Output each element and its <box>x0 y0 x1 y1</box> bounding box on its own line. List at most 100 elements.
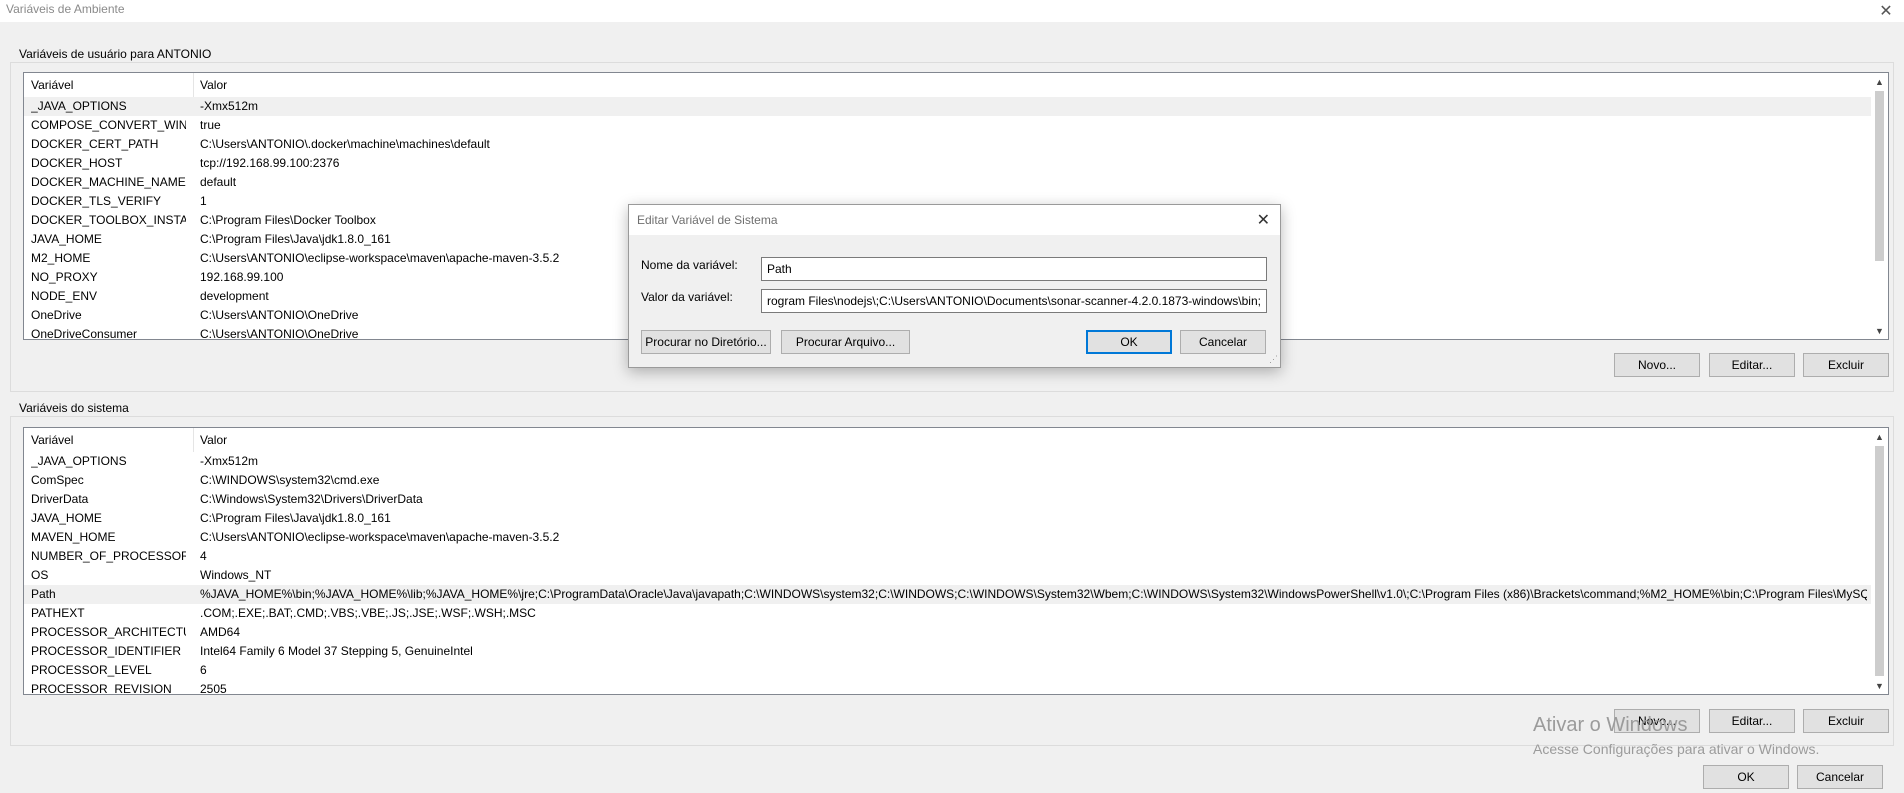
variable-value-cell: Intel64 Family 6 Model 37 Stepping 5, Ge… <box>200 644 473 658</box>
table-row[interactable]: PROCESSOR_IDENTIFIER Intel64 Family 6 Mod… <box>24 642 1871 661</box>
variable-name-cell: JAVA_HOME <box>31 232 102 246</box>
user-edit-button[interactable]: Editar... <box>1709 353 1795 377</box>
window-title: Variáveis de Ambiente <box>6 2 125 16</box>
variable-value-cell: C:\Program Files\Java\jdk1.8.0_161 <box>200 511 391 525</box>
activation-watermark-text: Acesse Configurações para ativar o Windo… <box>1533 741 1820 757</box>
table-row[interactable]: PATHEXT .COM;.EXE;.BAT;.CMD;.VBS;.VBE;.JS… <box>24 604 1871 623</box>
variable-name-cell: DOCKER_TLS_VERIFY <box>31 194 162 208</box>
activation-watermark-title: Ativar o Windows <box>1533 714 1688 736</box>
column-header-value[interactable]: Valor <box>193 73 227 97</box>
scroll-down-icon[interactable]: ▼ <box>1871 677 1888 694</box>
variable-value-cell: C:\Users\ANTONIO\.docker\machine\machine… <box>200 137 490 151</box>
table-row[interactable]: DOCKER_MACHINE_NAME default <box>24 173 1871 192</box>
variable-value-label: Valor da variável: <box>641 290 733 304</box>
scroll-thumb[interactable] <box>1875 446 1884 676</box>
variable-value-cell: C:\Users\ANTONIO\eclipse-workspace\maven… <box>200 530 560 544</box>
variable-name-cell: _JAVA_OPTIONS <box>31 454 127 468</box>
scroll-up-icon[interactable]: ▲ <box>1871 428 1888 445</box>
table-row[interactable]: OS Windows_NT <box>24 566 1871 585</box>
resize-grip-icon[interactable]: ⋰ <box>1269 354 1278 365</box>
variable-value-cell: -Xmx512m <box>200 99 259 113</box>
variable-value-cell: 6 <box>200 663 207 677</box>
user-list-header: Variável Valor <box>24 73 1871 97</box>
variable-value-cell: C:\Windows\System32\Drivers\DriverData <box>200 492 423 506</box>
variable-name-cell: DriverData <box>31 492 89 506</box>
user-new-button[interactable]: Novo... <box>1614 353 1700 377</box>
close-icon: ✕ <box>1879 3 1893 20</box>
table-row[interactable]: MAVEN_HOME C:\Users\ANTONIO\eclipse-works… <box>24 528 1871 547</box>
window-title-bar: Variáveis de Ambiente ✕ <box>0 0 1904 22</box>
table-row[interactable]: DOCKER_HOST tcp://192.168.99.100:2376 <box>24 154 1871 173</box>
variable-name-cell: ComSpec <box>31 473 84 487</box>
table-row[interactable]: NUMBER_OF_PROCESSORS 4 <box>24 547 1871 566</box>
variable-name-cell: NODE_ENV <box>31 289 98 303</box>
edit-variable-dialog: Editar Variável de Sistema ✕ Nome da var… <box>628 204 1281 368</box>
variable-name-cell: NO_PROXY <box>31 270 98 284</box>
user-delete-button[interactable]: Excluir <box>1803 353 1889 377</box>
dialog-title-bar: Editar Variável de Sistema ✕ <box>629 205 1280 235</box>
variable-name-label: Nome da variável: <box>641 258 738 272</box>
variable-name-input[interactable]: Path <box>761 257 1267 281</box>
dialog-cancel-button[interactable]: Cancelar <box>1180 330 1266 354</box>
variable-value-cell: .COM;.EXE;.BAT;.CMD;.VBS;.VBE;.JS;.JSE;.… <box>200 606 536 620</box>
variable-name-cell: _JAVA_OPTIONS <box>31 99 127 113</box>
variable-value-cell: default <box>200 175 237 189</box>
variable-name-cell: DOCKER_CERT_PATH <box>31 137 159 151</box>
table-row[interactable]: Path %JAVA_HOME%\bin;%JAVA_HOME%\lib;%JAV… <box>24 585 1871 604</box>
column-header-variable[interactable]: Variável <box>24 428 73 452</box>
variable-name-cell: NUMBER_OF_PROCESSORS <box>31 549 186 563</box>
table-row[interactable]: COMPOSE_CONVERT_WIND... true <box>24 116 1871 135</box>
system-edit-button[interactable]: Editar... <box>1709 709 1795 733</box>
variable-name-cell: Path <box>31 587 56 601</box>
browse-directory-button[interactable]: Procurar no Diretório... <box>641 330 771 354</box>
variable-value-cell: 2505 <box>200 682 227 695</box>
variable-value-input[interactable]: rogram Files\nodejs\;C:\Users\ANTONIO\Do… <box>761 289 1267 313</box>
column-header-value[interactable]: Valor <box>193 428 227 452</box>
dialog-close-icon[interactable]: ✕ <box>1257 210 1270 230</box>
variable-name-cell: OS <box>31 568 49 582</box>
variable-value-cell: %JAVA_HOME%\bin;%JAVA_HOME%\lib;%JAVA_HO… <box>200 587 1867 601</box>
variable-name-cell: OneDriveConsumer <box>31 327 138 340</box>
table-row[interactable]: _JAVA_OPTIONS -Xmx512m <box>24 452 1871 471</box>
variable-value-cell: Windows_NT <box>200 568 272 582</box>
variable-name-cell: DOCKER_TOOLBOX_INSTALL... <box>31 213 186 227</box>
dialog-title: Editar Variável de Sistema <box>637 213 778 227</box>
system-list-scrollbar[interactable]: ▲ ▼ <box>1871 428 1888 694</box>
column-header-variable[interactable]: Variável <box>24 73 73 97</box>
window-close-button[interactable]: ✕ <box>1868 0 1904 22</box>
table-row[interactable]: PROCESSOR_LEVEL 6 <box>24 661 1871 680</box>
variable-name-cell: DOCKER_HOST <box>31 156 123 170</box>
system-list-header: Variável Valor <box>24 428 1871 452</box>
dialog-ok-button[interactable]: OK <box>1086 330 1172 354</box>
scroll-thumb[interactable] <box>1875 91 1884 261</box>
system-variables-list[interactable]: Variável Valor _JAVA_OPTIONS -Xmx512m ComS… <box>23 427 1889 695</box>
table-row[interactable]: _JAVA_OPTIONS -Xmx512m <box>24 97 1871 116</box>
variable-name-cell: COMPOSE_CONVERT_WIND... <box>31 118 186 132</box>
scroll-down-icon[interactable]: ▼ <box>1871 322 1888 339</box>
system-variables-label: Variáveis do sistema <box>17 401 131 415</box>
user-variables-label: Variáveis de usuário para ANTONIO <box>17 47 214 61</box>
variable-name-cell: PATHEXT <box>31 606 85 620</box>
system-rows: _JAVA_OPTIONS -Xmx512m ComSpec C:\WINDOWS\s… <box>24 452 1871 695</box>
table-row[interactable]: DOCKER_CERT_PATH C:\Users\ANTONIO\.docker… <box>24 135 1871 154</box>
ok-button[interactable]: OK <box>1703 765 1789 789</box>
cancel-button[interactable]: Cancelar <box>1797 765 1883 789</box>
table-row[interactable]: DriverData C:\Windows\System32\Drivers\Dr… <box>24 490 1871 509</box>
variable-name-cell: JAVA_HOME <box>31 511 102 525</box>
variable-value-cell: true <box>200 118 221 132</box>
variable-name-cell: DOCKER_MACHINE_NAME <box>31 175 186 189</box>
browse-file-button[interactable]: Procurar Arquivo... <box>781 330 910 354</box>
table-row[interactable]: JAVA_HOME C:\Program Files\Java\jdk1.8.0_… <box>24 509 1871 528</box>
variable-name-cell: PROCESSOR_IDENTIFIER <box>31 644 182 658</box>
variable-value-cell: C:\WINDOWS\system32\cmd.exe <box>200 473 380 487</box>
user-list-scrollbar[interactable]: ▲ ▼ <box>1871 73 1888 339</box>
scroll-up-icon[interactable]: ▲ <box>1871 73 1888 90</box>
variable-name-cell: PROCESSOR_ARCHITECTURE <box>31 625 186 639</box>
table-row[interactable]: ComSpec C:\WINDOWS\system32\cmd.exe <box>24 471 1871 490</box>
table-row[interactable]: PROCESSOR_REVISION 2505 <box>24 680 1871 695</box>
table-row[interactable]: PROCESSOR_ARCHITECTURE AMD64 <box>24 623 1871 642</box>
variable-name-cell: PROCESSOR_REVISION <box>31 682 172 695</box>
system-delete-button[interactable]: Excluir <box>1803 709 1889 733</box>
variable-value-cell: AMD64 <box>200 625 241 639</box>
variable-name-cell: MAVEN_HOME <box>31 530 116 544</box>
